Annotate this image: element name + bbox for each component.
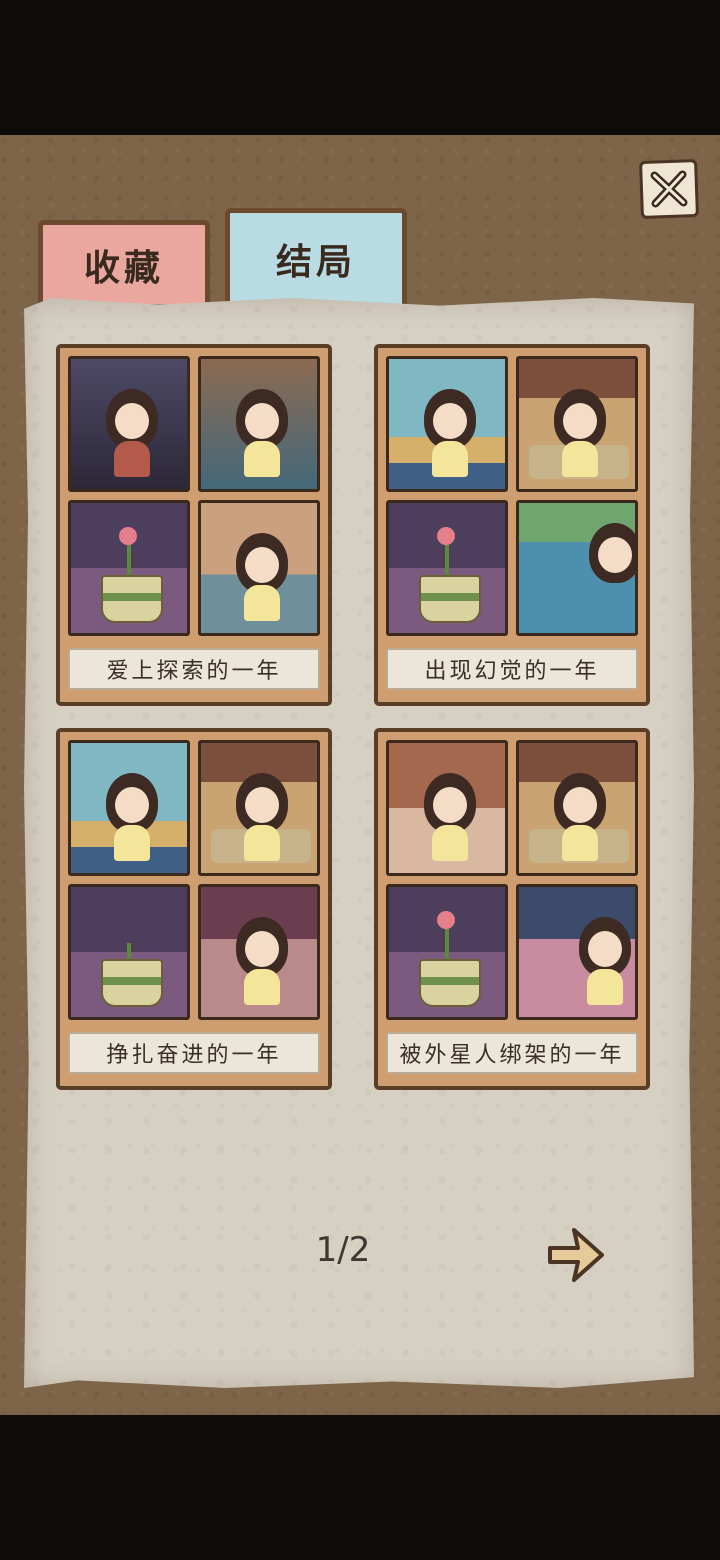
ending-card[interactable]: 被外星人绑架的一年 bbox=[374, 728, 650, 1090]
scene-thumbnail bbox=[516, 884, 638, 1020]
scene-thumbnail bbox=[68, 500, 190, 636]
ending-title: 挣扎奋进的一年 bbox=[68, 1032, 320, 1074]
scene-thumbnail bbox=[198, 884, 320, 1020]
scene-thumbnail bbox=[386, 740, 508, 876]
scene-thumbnail bbox=[386, 500, 508, 636]
tab-collection-label: 收藏 bbox=[83, 247, 164, 289]
ending-title: 出现幻觉的一年 bbox=[386, 648, 638, 690]
scene-thumbnail bbox=[68, 884, 190, 1020]
scene-thumbnail bbox=[68, 740, 190, 876]
ending-title: 被外星人绑架的一年 bbox=[386, 1032, 638, 1074]
scene-thumbnail bbox=[516, 356, 638, 492]
scene-thumbnail bbox=[386, 356, 508, 492]
scene-thumbnail bbox=[68, 356, 190, 492]
close-icon bbox=[650, 170, 688, 208]
scene-thumbnail bbox=[198, 356, 320, 492]
ending-title: 爱上探索的一年 bbox=[68, 648, 320, 690]
next-page-button[interactable] bbox=[544, 1222, 608, 1288]
ending-card[interactable]: 挣扎奋进的一年 bbox=[56, 728, 332, 1090]
tab-collection[interactable]: 收藏 bbox=[38, 220, 210, 304]
ending-card[interactable]: 出现幻觉的一年 bbox=[374, 344, 650, 706]
scene-thumbnail bbox=[198, 500, 320, 636]
scene-thumbnail bbox=[198, 740, 320, 876]
arrow-right-icon bbox=[548, 1228, 604, 1282]
scene-thumbnail bbox=[386, 884, 508, 1020]
tab-endings-label: 结局 bbox=[275, 241, 356, 283]
close-button[interactable] bbox=[639, 159, 699, 219]
scene-thumbnail bbox=[516, 500, 638, 636]
scene-thumbnail bbox=[516, 740, 638, 876]
page-indicator: 1/2 bbox=[315, 1230, 371, 1270]
tab-endings[interactable]: 结局 bbox=[225, 208, 407, 304]
ending-card[interactable]: 爱上探索的一年 bbox=[56, 344, 332, 706]
